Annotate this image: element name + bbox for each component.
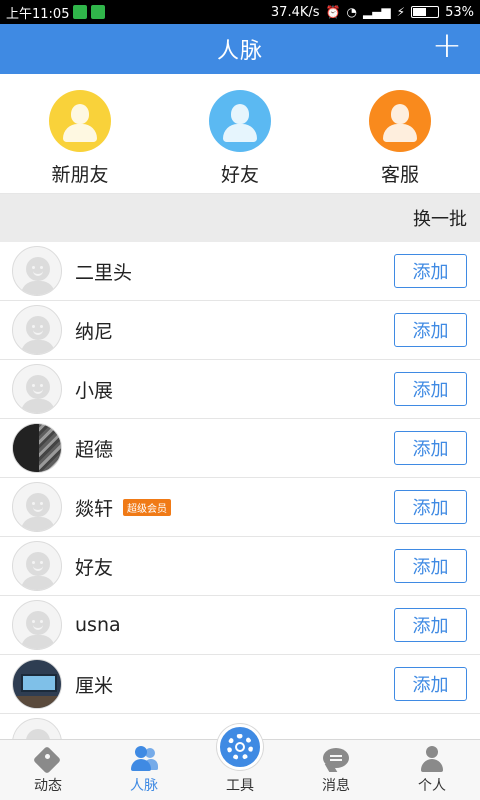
person-icon — [418, 746, 446, 772]
tab-label: 消息 — [322, 778, 350, 794]
add-contact-button[interactable]: 添加 — [394, 254, 467, 288]
add-contact-button[interactable]: 添加 — [394, 608, 467, 642]
tag-icon — [32, 745, 62, 775]
message-icon — [322, 746, 350, 772]
list-item[interactable]: 厘米 添加 — [0, 655, 480, 714]
vip-badge: 超级会员 — [123, 498, 172, 516]
avatar — [12, 541, 62, 591]
tab-label: 动态 — [34, 778, 62, 794]
list-item[interactable]: 好友 添加 — [0, 537, 480, 596]
notification-icon — [73, 5, 88, 19]
quick-entries: 新朋友 好友 客服 — [0, 74, 480, 194]
quick-entry-label: 好友 — [220, 164, 259, 186]
list-item[interactable]: usna 添加 — [0, 596, 480, 655]
contact-name: usna — [75, 614, 121, 636]
tab-gear[interactable]: 工具 — [192, 724, 288, 800]
contact-name: 二里头 — [75, 261, 133, 284]
friend-icon — [209, 90, 271, 152]
list-item[interactable]: 二里头 添加 — [0, 242, 480, 301]
plus-icon[interactable]: + — [432, 28, 462, 64]
contact-name: 纳尼 — [75, 320, 114, 343]
people-icon — [130, 746, 158, 772]
contact-name: 小展 — [75, 379, 114, 402]
avatar — [12, 246, 62, 296]
add-contact-button[interactable]: 添加 — [394, 549, 467, 583]
add-contact-button[interactable]: 添加 — [394, 313, 467, 347]
refresh-batch-button[interactable]: 换一批 — [413, 205, 467, 231]
avatar — [12, 600, 62, 650]
avatar — [12, 482, 62, 532]
quick-entry-friend[interactable]: 好友 — [190, 90, 290, 193]
charging-icon: ⚡ — [396, 5, 406, 19]
alarm-icon: ⏰ — [325, 5, 341, 19]
status-time: 上午11:05 — [6, 6, 70, 22]
contact-name: 燚轩 — [75, 497, 114, 520]
page-title: 人脉 — [216, 39, 263, 64]
quick-entry-label: 客服 — [380, 164, 419, 186]
tab-message[interactable]: 消息 — [288, 740, 384, 800]
avatar — [12, 659, 62, 709]
network-speed: 37.4K/s — [270, 4, 320, 20]
notification-icon — [91, 5, 106, 19]
tab-label: 人脉 — [130, 778, 158, 794]
add-contact-button[interactable]: 添加 — [394, 431, 467, 465]
quick-entry-customer-service[interactable]: 客服 — [350, 90, 450, 193]
list-item[interactable]: 纳尼 添加 — [0, 301, 480, 360]
status-bar: 上午11:05 37.4K/s ⏰ ◔ ▂▄▆ ⚡ 53% — [0, 0, 480, 24]
list-item[interactable]: 超德 添加 — [0, 419, 480, 478]
customer-service-icon — [369, 90, 431, 152]
tab-label: 工具 — [226, 778, 254, 794]
tab-label: 个人 — [418, 778, 446, 794]
contact-name: 好友 — [75, 556, 114, 579]
new-friend-icon — [49, 90, 111, 152]
contact-name: 超德 — [75, 438, 114, 461]
tab-person[interactable]: 个人 — [384, 740, 480, 800]
contact-name: 厘米 — [75, 674, 114, 697]
quick-entry-new-friend[interactable]: 新朋友 — [30, 90, 130, 193]
tab-tag[interactable]: 动态 — [0, 740, 96, 800]
batch-bar: 换一批 — [0, 194, 480, 242]
bottom-tab-bar: 动态 人脉 工具 消息 个人 — [0, 724, 480, 800]
avatar — [12, 364, 62, 414]
quick-entry-label: 新朋友 — [51, 164, 109, 186]
wifi-icon: ◔ — [346, 5, 357, 19]
list-item[interactable]: 小展 添加 — [0, 360, 480, 419]
add-contact-button[interactable]: 添加 — [394, 372, 467, 406]
avatar — [12, 305, 62, 355]
add-contact-button[interactable]: 添加 — [394, 490, 467, 524]
signal-icon: ▂▄▆ — [362, 5, 391, 19]
add-contact-button[interactable]: 添加 — [394, 667, 467, 701]
avatar — [12, 423, 62, 473]
top-nav-bar: 人脉 + — [0, 24, 480, 74]
battery-percent: 53% — [445, 4, 474, 20]
contact-list: 二里头 添加 纳尼 添加 小展 添加 超德 添加 燚轩 超级会员 添加 好友 添加 usna 添加 厘米 添加 — [0, 242, 480, 739]
battery-icon — [411, 6, 440, 18]
avatar — [12, 718, 62, 739]
tab-people[interactable]: 人脉 — [96, 740, 192, 800]
list-item[interactable]: 燚轩 超级会员 添加 — [0, 478, 480, 537]
